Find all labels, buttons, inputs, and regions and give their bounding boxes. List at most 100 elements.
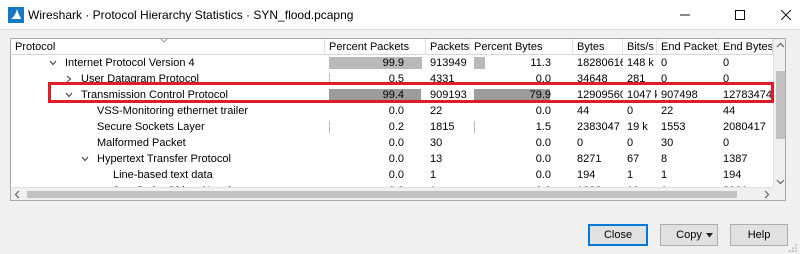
packets-cell: 1 xyxy=(430,169,437,181)
bits-per-s-cell: 0 xyxy=(627,137,634,149)
protocol-hierarchy-tree[interactable]: Protocol Percent Packets Packets Percent… xyxy=(10,38,786,201)
percent-packets-cell-text: 0.5 xyxy=(388,73,404,85)
percent-bytes-cell-text: 0.0 xyxy=(535,153,551,165)
percent-packets-cell-text: 0.0 xyxy=(388,169,404,181)
packets-cell: 30 xyxy=(430,137,443,149)
bytes-cell: 44 xyxy=(577,105,590,117)
copy-button-label: Copy xyxy=(676,229,702,241)
help-button[interactable]: Help xyxy=(730,224,788,246)
packets-cell: 1815 xyxy=(430,121,455,133)
maximize-button[interactable] xyxy=(717,0,763,30)
protocol-label: Malformed Packet xyxy=(97,137,186,149)
end-bytes-cell: 0 xyxy=(723,57,730,69)
protocol-cell: Line-based text data xyxy=(11,167,325,183)
end-bytes-cell: 44 xyxy=(723,105,736,117)
bits-per-s-cell: 67 xyxy=(627,153,640,165)
bytes-cell: 34648 xyxy=(577,73,608,85)
end-bytes-cell: 0 xyxy=(723,137,730,149)
horizontal-scrollbar[interactable] xyxy=(11,187,773,200)
scrollbar-corner xyxy=(773,187,785,200)
packets-cell: 22 xyxy=(430,105,443,117)
maximize-icon xyxy=(735,10,745,20)
protocol-label: Hypertext Transfer Protocol xyxy=(97,153,231,165)
column-header-end-packets[interactable]: End Packets xyxy=(657,39,719,55)
close-button[interactable]: Close xyxy=(588,224,648,246)
column-header-percent-bytes[interactable]: Percent Bytes xyxy=(470,39,573,55)
collapsed-chevron-icon[interactable] xyxy=(65,75,73,83)
expanded-chevron-icon[interactable] xyxy=(49,59,57,67)
end-bytes-cell: 127834742 xyxy=(723,89,773,101)
protocol-label: Transmission Control Protocol xyxy=(81,89,228,101)
window-title: Wireshark · Protocol Hierarchy Statistic… xyxy=(28,8,354,22)
column-header-percent-packets[interactable]: Percent Packets xyxy=(325,39,426,55)
protocol-label: Internet Protocol Version 4 xyxy=(65,57,195,69)
end-packets-cell: 0 xyxy=(661,73,668,85)
resize-grip-icon[interactable] xyxy=(788,243,798,253)
table-row[interactable]: Transmission Control Protocol 99.4 909193 7… xyxy=(11,87,773,103)
column-header-packets[interactable]: Packets xyxy=(426,39,470,55)
scroll-left-icon[interactable] xyxy=(11,188,24,201)
window-close-button[interactable] xyxy=(763,0,800,30)
bytes-cell: 0 xyxy=(577,137,584,149)
protocol-cell: User Datagram Protocol xyxy=(11,71,325,87)
vertical-scrollbar[interactable] xyxy=(773,39,786,200)
bytes-cell: 129095601 xyxy=(577,89,623,101)
copy-button[interactable]: Copy xyxy=(660,224,718,246)
column-header-bits-per-s[interactable]: Bits/s xyxy=(623,39,657,55)
percent-packets-cell: 0.0 xyxy=(325,151,426,167)
percent-packets-cell: 0.0 xyxy=(325,103,426,119)
bytes-cell: 194 xyxy=(577,169,596,181)
end-packets-cell: 8 xyxy=(661,153,668,165)
percent-bytes-cell-text: 0.0 xyxy=(535,137,551,149)
expanded-chevron-icon[interactable] xyxy=(81,155,89,163)
table-row[interactable]: Malformed Packet 0.0 30 0.0 0 0 30 0 xyxy=(11,135,773,151)
scroll-right-icon[interactable] xyxy=(760,188,773,201)
wireshark-fin-icon xyxy=(8,7,24,23)
percent-bytes-cell-text: 0.0 xyxy=(535,105,551,117)
close-icon xyxy=(781,10,791,20)
table-row[interactable]: User Datagram Protocol 0.5 4331 0.0 34648 281… xyxy=(11,71,773,87)
percent-bytes-cell: 0.0 xyxy=(470,151,573,167)
end-packets-cell: 22 xyxy=(661,105,674,117)
end-bytes-cell: 1387 xyxy=(723,153,748,165)
percent-bytes-cell: 11.3 xyxy=(470,55,573,71)
percent-bytes-cell: 1.5 xyxy=(470,119,573,135)
percent-bytes-cell: 0.0 xyxy=(470,167,573,183)
bits-per-s-cell: 19 k xyxy=(627,121,648,133)
bits-per-s-cell: 1 xyxy=(627,169,634,181)
table-row[interactable]: Secure Sockets Layer 0.2 1815 1.5 2383047 19 … xyxy=(11,119,773,135)
table-row[interactable]: Line-based text data 0.0 1 0.0 194 1 1 194 xyxy=(11,167,773,183)
percent-bytes-cell-text: 0.0 xyxy=(535,73,551,85)
sort-indicator-icon xyxy=(160,39,168,43)
percent-packets-cell-text: 0.2 xyxy=(388,121,404,133)
end-packets-cell: 1553 xyxy=(661,121,686,133)
table-row[interactable]: Internet Protocol Version 4 99.9 913949 11.… xyxy=(11,55,773,71)
column-header-bytes[interactable]: Bytes xyxy=(573,39,623,55)
table-row[interactable]: Hypertext Transfer Protocol 0.0 13 0.0 8271 6… xyxy=(11,151,773,167)
protocol-label: User Datagram Protocol xyxy=(81,73,199,85)
title-bar: Wireshark · Protocol Hierarchy Statistic… xyxy=(0,0,800,30)
protocol-label: VSS-Monitoring ethernet trailer xyxy=(97,105,249,117)
protocol-cell: Malformed Packet xyxy=(11,135,325,151)
bytes-cell: 8271 xyxy=(577,153,602,165)
percent-packets-cell: 99.9 xyxy=(325,55,426,71)
protocol-cell: Transmission Control Protocol xyxy=(11,87,325,103)
protocol-cell: VSS-Monitoring ethernet trailer xyxy=(11,103,325,119)
table-row[interactable]: VSS-Monitoring ethernet trailer 0.0 22 0.0 4… xyxy=(11,103,773,119)
packets-cell: 13 xyxy=(430,153,443,165)
percent-bytes-cell-text: 1.5 xyxy=(535,121,551,133)
end-packets-cell: 0 xyxy=(661,57,668,69)
percent-bytes-cell: 0.0 xyxy=(470,71,573,87)
dropdown-arrow-icon xyxy=(706,233,713,238)
percent-packets-cell: 99.4 xyxy=(325,87,426,103)
end-bytes-cell: 194 xyxy=(723,169,742,181)
percent-packets-cell: 0.2 xyxy=(325,119,426,135)
packets-cell: 4331 xyxy=(430,73,455,85)
horizontal-scroll-thumb[interactable] xyxy=(27,191,737,198)
percent-packets-cell: 0.0 xyxy=(325,167,426,183)
vertical-scroll-thumb[interactable] xyxy=(776,71,785,139)
column-header-end-bytes[interactable]: End Bytes xyxy=(719,39,773,55)
scroll-up-icon[interactable] xyxy=(774,39,786,52)
expanded-chevron-icon[interactable] xyxy=(65,91,73,99)
minimize-button[interactable] xyxy=(662,0,708,30)
